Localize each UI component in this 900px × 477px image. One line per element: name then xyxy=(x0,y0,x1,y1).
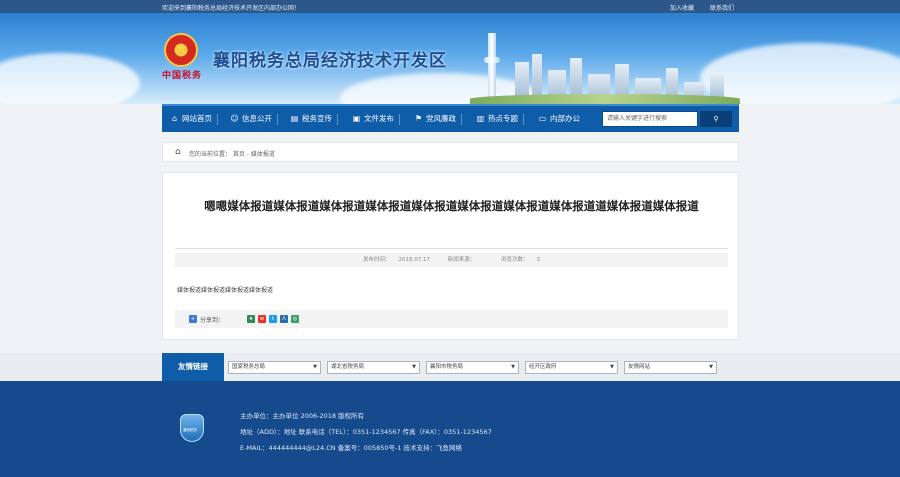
site-title: 襄阳税务总局经济技术开发区 xyxy=(213,51,447,71)
china-tax-logo-text: 中国税务 xyxy=(162,71,203,81)
nav-item-hot-topics[interactable]: ▥ 热点专题 xyxy=(476,106,524,132)
print-icon: ▤ xyxy=(290,114,299,123)
nav-item-home[interactable]: ⌂ 网站首页 xyxy=(170,106,218,132)
nav-item-tax-publicity[interactable]: ▤ 税务宣传 xyxy=(290,106,338,132)
contact-us-link[interactable]: 联系我们 xyxy=(710,5,734,12)
footer-email: E-MAIL：444444444@L24.CN 备案号：005850号-1 技术… xyxy=(240,444,463,452)
chevron-down-icon: ▼ xyxy=(610,364,614,370)
friend-links-bar: 友情链接 国家税务总局 ▼ 湖北省税务局 ▼ 襄阳市税务局 ▼ 经开区政府 ▼ 友情网站… xyxy=(0,353,900,381)
nav-item-internal-office[interactable]: ▭ 内部办公 xyxy=(538,106,580,132)
share-bar: + 分享到： ★ w t 人 ◎ xyxy=(175,310,728,328)
chevron-down-icon: ▼ xyxy=(709,364,713,370)
friend-links-label: 友情链接 xyxy=(162,353,224,381)
search-button[interactable]: ⚲ xyxy=(700,111,732,127)
city-skyline-image xyxy=(470,33,740,104)
briefcase-icon: ▭ xyxy=(538,114,547,123)
nav-item-file-release[interactable]: ▣ 文件发布 xyxy=(352,106,400,132)
footer-contact: 地址（ADD）：地址 联系电话（TEL）：0351-1234567 传真（FAX… xyxy=(240,428,492,436)
chevron-down-icon: ▼ xyxy=(412,364,416,370)
footer-logo: 襄阳税务 xyxy=(180,414,204,442)
top-links: 加入收藏 联系我们 xyxy=(656,3,734,12)
file-icon: ▣ xyxy=(352,114,361,123)
welcome-text: 欢迎来到襄阳税务总局经济技术开发区内部办公网！ xyxy=(162,5,301,12)
top-bar: 欢迎来到襄阳税务总局经济技术开发区内部办公网！ 加入收藏 联系我们 xyxy=(0,0,900,13)
friend-link-select[interactable]: 友情网站 ▼ xyxy=(624,361,717,374)
site-footer: 襄阳税务 主办单位：主办单位 2006-2018 版权所有 地址（ADD）：地址… xyxy=(0,381,900,477)
nav-item-info-public[interactable]: ☺ 信息公开 xyxy=(230,106,278,132)
friend-link-select[interactable]: 经开区政府 ▼ xyxy=(525,361,618,374)
chat-icon: ☺ xyxy=(230,114,239,123)
friend-link-select[interactable]: 国家税务总局 ▼ xyxy=(228,361,321,374)
flag-icon: ⚑ xyxy=(414,114,423,123)
chevron-down-icon: ▼ xyxy=(313,364,317,370)
site-header: 中国税务 襄阳税务总局经济技术开发区 xyxy=(0,13,900,104)
divider xyxy=(175,248,728,249)
national-emblem-logo xyxy=(164,33,198,67)
publish-date: 2018.07.17 xyxy=(398,257,430,263)
view-count: 3 xyxy=(536,257,541,263)
add-favorite-link[interactable]: 加入收藏 xyxy=(670,5,694,12)
main-nav: ⌂ 网站首页 ☺ 信息公开 ▤ 税务宣传 ▣ 文件发布 ⚑ 党风廉政 ▥ 热点专题 ▭ 内部办… xyxy=(162,104,739,132)
article-panel: 嗯嗯媒体报道媒体报道媒体报道媒体报道媒体报道媒体报道媒体报道媒体报道道媒体报道媒… xyxy=(162,172,739,340)
book-icon: ▥ xyxy=(476,114,485,123)
friend-link-select[interactable]: 湖北省税务局 ▼ xyxy=(327,361,420,374)
renren-icon[interactable]: 人 xyxy=(280,315,288,323)
qzone-icon[interactable]: ★ xyxy=(247,315,255,323)
article-body: 媒体报道媒体报道媒体报道媒体报道 xyxy=(177,287,274,294)
cloud-decoration xyxy=(0,53,140,104)
wechat-icon[interactable]: ◎ xyxy=(291,315,299,323)
weibo-icon[interactable]: w xyxy=(258,315,266,323)
tencent-weibo-icon[interactable]: t xyxy=(269,315,277,323)
nav-item-party-integrity[interactable]: ⚑ 党风廉政 xyxy=(414,106,462,132)
chevron-down-icon: ▼ xyxy=(511,364,515,370)
share-icon[interactable]: + xyxy=(189,315,197,323)
friend-link-select[interactable]: 襄阳市税务局 ▼ xyxy=(426,361,519,374)
footer-host: 主办单位：主办单位 2006-2018 版权所有 xyxy=(240,412,365,420)
share-label: 分享到： xyxy=(200,317,225,324)
search-input[interactable]: 请输入关键字进行搜索 xyxy=(602,111,698,127)
home-icon: ⌂ xyxy=(171,114,178,123)
article-title: 嗯嗯媒体报道媒体报道媒体报道媒体报道媒体报道媒体报道媒体报道媒体报道道媒体报道媒… xyxy=(204,199,699,213)
article-meta: 发布时间： 2018.07.17 新闻来源： 浏览次数： 3 xyxy=(175,253,728,267)
breadcrumb-text: 您的当前位置： 首页 - 媒体报道 xyxy=(189,151,275,158)
home-icon[interactable]: ⌂ xyxy=(175,147,181,157)
search-icon: ⚲ xyxy=(713,115,719,123)
breadcrumb: ⌂ 您的当前位置： 首页 - 媒体报道 xyxy=(162,142,739,162)
